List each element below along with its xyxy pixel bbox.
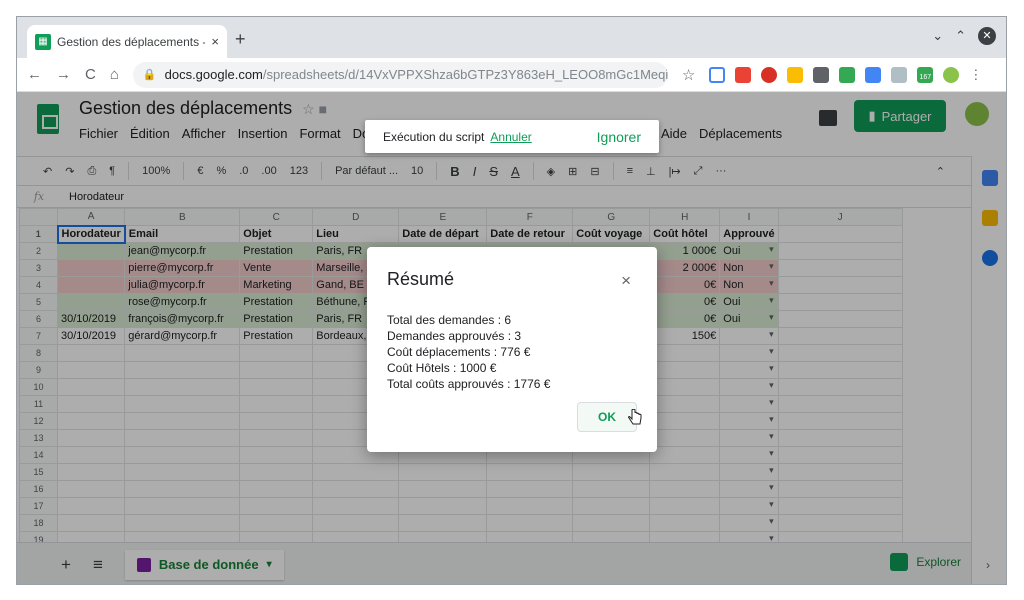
window-close-icon[interactable]: ✕ [978, 27, 996, 45]
snackbar-ignore-button[interactable]: Ignorer [597, 129, 641, 145]
address-bar[interactable]: 🔒 docs.google.com/spreadsheets/d/14VxVPP… [132, 61, 668, 88]
drive-icon[interactable] [787, 66, 804, 83]
summary-line: Total des demandes : 6 [387, 313, 512, 327]
summary-line: Coût déplacements : 776 € [387, 345, 531, 359]
dialog-title: Résumé [387, 269, 455, 289]
script-snackbar: Exécution du script Annuler Ignorer [365, 120, 659, 153]
sheets-favicon-icon: ▦ [35, 33, 51, 50]
translate-icon[interactable] [839, 66, 856, 83]
hand-cursor-icon [628, 409, 642, 425]
gmail-icon[interactable] [735, 66, 752, 83]
snackbar-text: Exécution du script [383, 129, 485, 144]
summary-line: Coût Hôtels : 1000 € [387, 361, 497, 375]
forward-icon[interactable]: → [56, 66, 71, 83]
notification-badge-icon[interactable]: 167 [917, 66, 934, 83]
record-icon[interactable] [761, 66, 778, 83]
tab-title: Gestion des déplacements - G [57, 34, 206, 49]
new-tab-button[interactable]: + [235, 29, 246, 50]
snackbar-undo-link[interactable]: Annuler [490, 130, 531, 144]
dialog-body: Total des demandes : 6 Demandes approuvé… [387, 312, 637, 392]
back-icon[interactable]: ← [27, 66, 42, 83]
lock-icon: 🔒 [142, 69, 157, 81]
summary-dialog: Résumé × Total des demandes : 6 Demandes… [367, 247, 657, 452]
summary-line: Total coûts approuvés : 1776 € [387, 377, 551, 391]
close-icon[interactable]: × [621, 271, 631, 291]
tab-close-icon[interactable]: × [211, 34, 219, 49]
extensions-bar: 167 ⋮ [709, 66, 982, 83]
browser-window: ▦ Gestion des déplacements - G × + ⌄ ⌃ ✕… [16, 16, 1007, 585]
download-icon[interactable] [891, 66, 908, 83]
browser-toolbar: ← → C ⌂ 🔒 docs.google.com/spreadsheets/d… [17, 58, 1006, 92]
url-path: /spreadsheets/d/14VxVPPXShza6bGTPz3Y863e… [262, 67, 668, 82]
chevron-up-icon[interactable]: ⌃ [955, 28, 966, 44]
bookmark-star-icon[interactable]: ☆ [682, 66, 695, 84]
browser-menu-icon[interactable]: ⋮ [969, 67, 982, 83]
extension-icon[interactable] [813, 66, 830, 83]
profile-avatar-icon[interactable] [943, 66, 960, 83]
url-host: docs.google.com [164, 67, 263, 82]
tab-strip: ▦ Gestion des déplacements - G × + ⌄ ⌃ ✕ [17, 17, 1006, 58]
chevron-down-icon[interactable]: ⌄ [932, 28, 943, 44]
browser-tab[interactable]: ▦ Gestion des déplacements - G × [27, 25, 227, 58]
summary-line: Demandes approuvés : 3 [387, 329, 522, 343]
sheets-app: Gestion des déplacements ☆ ■ Fichier Édit… [17, 92, 1006, 584]
screen-icon[interactable] [865, 66, 882, 83]
reload-icon[interactable]: C [85, 66, 96, 83]
window-controls: ⌄ ⌃ ✕ [932, 27, 996, 45]
home-icon[interactable]: ⌂ [110, 66, 119, 83]
external-link-icon[interactable] [709, 66, 726, 83]
